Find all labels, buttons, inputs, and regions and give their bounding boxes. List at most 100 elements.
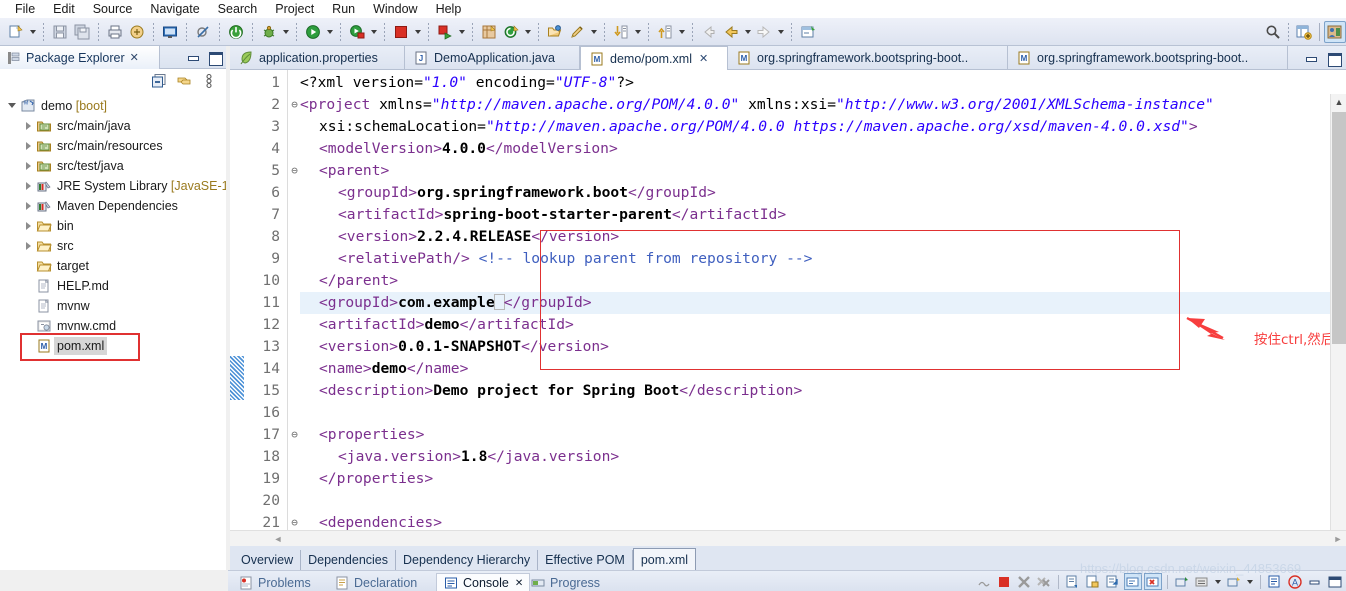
build-icon[interactable] — [126, 21, 148, 43]
code-line[interactable]: <artifactId>spring-boot-starter-parent</… — [300, 204, 786, 226]
show-console-on-error-icon[interactable] — [1144, 573, 1162, 590]
tree-item-demo[interactable]: Mdemo [boot] — [0, 96, 226, 116]
form-tab-dependency-hierarchy[interactable]: Dependency Hierarchy — [396, 550, 539, 570]
back-arrow-icon[interactable] — [698, 21, 720, 43]
code-line[interactable]: <artifactId>demo</artifactId> — [300, 314, 574, 336]
new-perspective-icon[interactable] — [1293, 21, 1315, 43]
code-line[interactable]: <java.version>1.8</java.version> — [300, 446, 619, 468]
clear-all-terminated-icon[interactable] — [975, 573, 993, 590]
coverage-dropdown-arrow[interactable] — [368, 21, 379, 43]
new-file-icon[interactable] — [5, 21, 27, 43]
code-line[interactable]: <name>demo</name> — [300, 358, 468, 380]
bottom-tab-console[interactable]: Console ✕ — [436, 573, 531, 591]
terminate-icon[interactable] — [995, 573, 1013, 590]
fold-toggle-icon[interactable]: ⊖ — [289, 424, 300, 446]
minimize-view-button[interactable] — [185, 49, 201, 65]
scroll-left-icon[interactable]: ◄ — [270, 531, 286, 547]
pin-console-icon[interactable] — [1173, 573, 1191, 590]
tree-item-help-md[interactable]: HELP.md — [0, 276, 226, 296]
show-console-on-output-icon[interactable] — [1124, 573, 1142, 590]
package-explorer-tab[interactable]: Package Explorer ✕ — [0, 46, 160, 69]
code-line[interactable]: <project xmlns="http://maven.apache.org/… — [300, 94, 1214, 116]
form-tab-pom-xml[interactable]: pom.xml — [632, 548, 697, 570]
code-line[interactable]: xsi:schemaLocation="http://maven.apache.… — [300, 116, 1198, 138]
close-icon[interactable]: ✕ — [130, 51, 139, 64]
view-menu-icon[interactable] — [201, 73, 218, 90]
quick-access-pencil-dropdown-arrow[interactable] — [588, 21, 599, 43]
code-text[interactable]: <?xml version="1.0" encoding="UTF-8"?> <p… — [300, 70, 1330, 536]
tree-item-src-main-resources[interactable]: src/main/resources — [0, 136, 226, 156]
open-type-icon[interactable] — [544, 21, 566, 43]
next-annotation-dropdown-arrow[interactable] — [632, 21, 643, 43]
search-icon[interactable] — [1262, 21, 1284, 43]
stop-square-icon[interactable] — [390, 21, 412, 43]
menu-edit[interactable]: Edit — [44, 0, 84, 18]
form-tab-overview[interactable]: Overview — [234, 550, 302, 570]
menu-source[interactable]: Source — [84, 0, 142, 18]
display-selected-console-icon[interactable] — [1193, 573, 1211, 590]
java-perspective-icon[interactable] — [1324, 20, 1346, 43]
word-wrap-icon[interactable] — [1104, 573, 1122, 590]
editor-vertical-scrollbar[interactable]: ▲ ▼ — [1330, 94, 1346, 536]
open-console-dropdown[interactable] — [1245, 573, 1255, 590]
minimize-editor-button[interactable] — [1303, 50, 1319, 66]
editor-tab-org-springframework-bootspring-boot-[interactable]: Morg.springframework.bootspring-boot.. — [1008, 46, 1288, 70]
clear-console-icon[interactable] — [1064, 573, 1082, 590]
console-icon[interactable] — [159, 21, 181, 43]
code-line[interactable]: <modelVersion>4.0.0</modelVersion> — [300, 138, 618, 160]
tree-item-src-test-java[interactable]: src/test/java — [0, 156, 226, 176]
project-tree[interactable]: Mdemo [boot] src/main/java src/main/resour… — [0, 93, 226, 570]
code-line[interactable]: <version>2.2.4.RELEASE</version> — [300, 226, 619, 248]
run-play-icon[interactable] — [302, 21, 324, 43]
code-line[interactable]: <groupId>com.example </groupId> — [300, 292, 592, 314]
editor-tab-demo-pom-xml[interactable]: Mdemo/pom.xml ✕ — [580, 46, 728, 70]
code-line[interactable]: <?xml version="1.0" encoding="UTF-8"?> — [300, 72, 634, 94]
tree-item-src[interactable]: src — [0, 236, 226, 256]
boot-run-dropdown-arrow[interactable] — [456, 21, 467, 43]
chevron-closed-icon[interactable] — [22, 118, 36, 134]
code-line[interactable]: <description>Demo project for Spring Boo… — [300, 380, 802, 402]
menu-navigate[interactable]: Navigate — [141, 0, 208, 18]
backward-dropdown-arrow[interactable] — [742, 21, 753, 43]
gray-right-arrow-icon[interactable] — [753, 21, 775, 43]
display-console-dropdown[interactable] — [1213, 573, 1223, 590]
next-annotation-icon[interactable] — [610, 21, 632, 43]
remove-launch-icon[interactable] — [1015, 573, 1033, 590]
print-icon[interactable] — [104, 21, 126, 43]
new-class-dropdown-arrow[interactable] — [522, 21, 533, 43]
code-line[interactable]: </properties> — [300, 468, 433, 490]
scroll-up-icon[interactable]: ▲ — [1331, 94, 1346, 110]
editor-tab-org-springframework-bootspring-boot-[interactable]: Morg.springframework.bootspring-boot.. — [728, 46, 1008, 70]
menu-project[interactable]: Project — [266, 0, 323, 18]
minimize-console-button[interactable] — [1306, 573, 1324, 590]
maximize-view-button[interactable] — [207, 49, 223, 66]
tree-item-bin[interactable]: bin — [0, 216, 226, 236]
close-icon[interactable]: ✕ — [515, 578, 523, 589]
tree-item-target[interactable]: target — [0, 256, 226, 276]
previous-annotation-dropdown-arrow[interactable] — [676, 21, 687, 43]
close-icon[interactable]: ✕ — [699, 52, 708, 65]
maximize-console-button[interactable] — [1326, 573, 1344, 590]
ansi-console-icon[interactable]: A — [1286, 573, 1304, 590]
remove-all-launches-icon[interactable] — [1035, 573, 1053, 590]
fold-toggle-icon[interactable]: ⊖ — [289, 94, 300, 116]
menu-file[interactable]: File — [6, 0, 44, 18]
menu-window[interactable]: Window — [364, 0, 426, 18]
boot-run-icon[interactable] — [434, 21, 456, 43]
new-wizard-dropdown-arrow[interactable] — [27, 21, 38, 43]
bottom-tab-progress[interactable]: Progress — [524, 573, 606, 591]
tree-item-jre-system-library[interactable]: JRE System Library [JavaSE-1 — [0, 176, 226, 196]
java-project-icon[interactable] — [478, 21, 500, 43]
pencil-icon[interactable] — [566, 21, 588, 43]
form-tab-dependencies[interactable]: Dependencies — [301, 550, 397, 570]
source-editor[interactable]: 1 2 3 4 5 6 7 8 9 10 11 12 13 14 15 16 17 18 19 20 21 <?xml … — [230, 70, 1346, 536]
bottom-tab-declaration[interactable]: Declaration — [328, 573, 423, 591]
debug-dropdown-arrow[interactable] — [280, 21, 291, 43]
debug-bug-icon[interactable] — [258, 21, 280, 43]
chevron-closed-icon[interactable] — [22, 158, 36, 174]
code-line[interactable]: <groupId>org.springframework.boot</group… — [300, 182, 716, 204]
spring-boot-icon[interactable] — [225, 21, 247, 43]
scroll-lock-icon[interactable] — [1084, 573, 1102, 590]
new-class-icon[interactable] — [500, 21, 522, 43]
terminate-dropdown-arrow[interactable] — [412, 21, 423, 43]
